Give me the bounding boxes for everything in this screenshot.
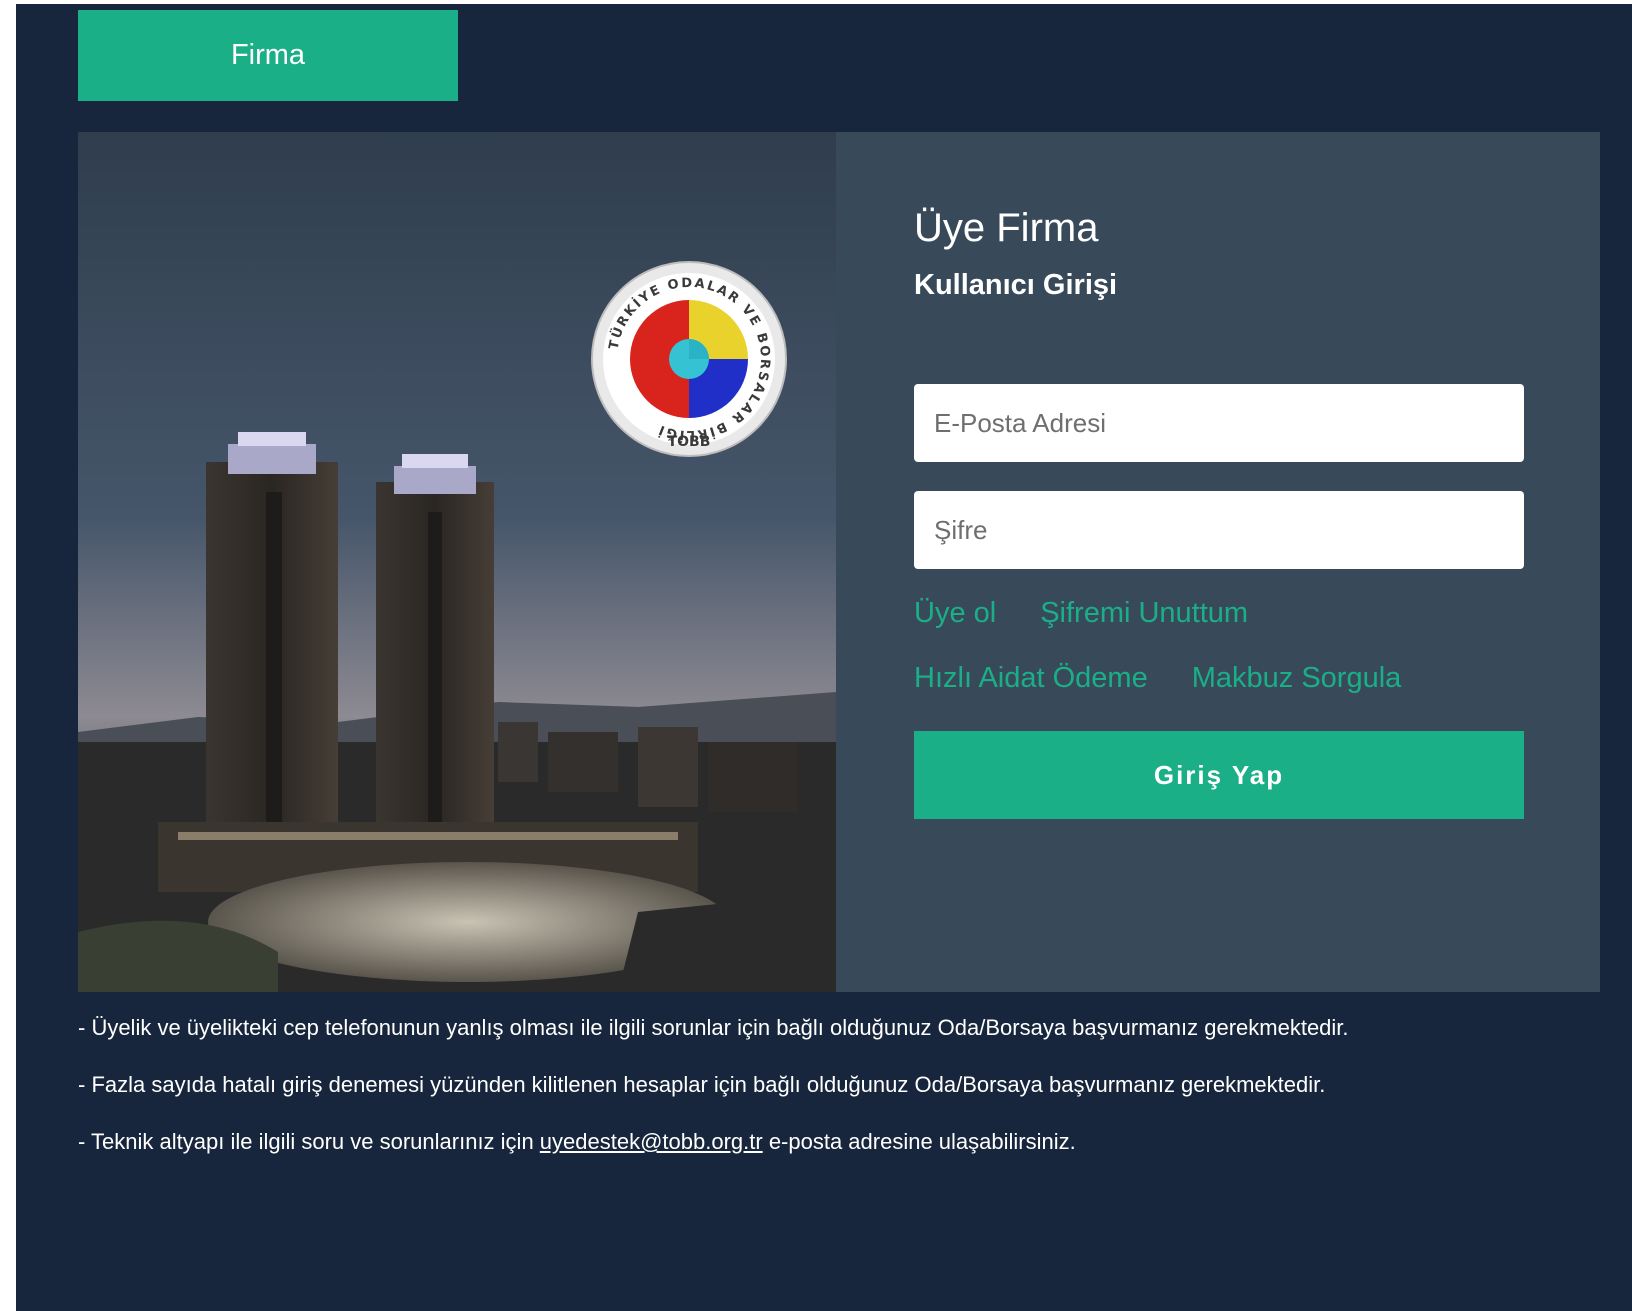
register-link[interactable]: Üye ol bbox=[914, 597, 996, 629]
payment-links: Hızlı Aidat Ödeme Makbuz Sorgula bbox=[914, 662, 1401, 695]
login-card: TÜRKİYE ODALAR VE BORSALAR BİRLİĞİ TOBB … bbox=[78, 132, 1600, 992]
note-line-3-suffix: e-posta adresine ulaşabilirsiniz. bbox=[762, 1129, 1076, 1154]
note-line-2: - Fazla sayıda hatalı giriş denemesi yüz… bbox=[78, 1072, 1326, 1097]
forgot-password-link[interactable]: Şifremi Unuttum bbox=[1040, 597, 1248, 629]
email-input[interactable] bbox=[914, 384, 1524, 462]
account-links: Üye ol Şifremi Unuttum bbox=[914, 597, 1248, 630]
note-line-3-prefix: - Teknik altyapı ile ilgili soru ve soru… bbox=[78, 1129, 540, 1154]
note-line-3: - Teknik altyapı ile ilgili soru ve soru… bbox=[78, 1127, 1349, 1184]
tab-firma-label: Firma bbox=[230, 39, 306, 71]
tab-firma[interactable]: Firma bbox=[78, 10, 458, 101]
support-email-link[interactable]: uyedestek@tobb.org.tr bbox=[540, 1129, 763, 1154]
info-notes: - Üyelik ve üyelikteki cep telefonunun y… bbox=[78, 1013, 1349, 1184]
tobb-logo-icon: TÜRKİYE ODALAR VE BORSALAR BİRLİĞİ TOBB bbox=[590, 260, 788, 458]
note-line-1: - Üyelik ve üyelikteki cep telefonunun y… bbox=[78, 1015, 1349, 1040]
fast-payment-link[interactable]: Hızlı Aidat Ödeme bbox=[914, 662, 1148, 694]
password-input[interactable] bbox=[914, 491, 1524, 569]
login-button[interactable]: Giriş Yap bbox=[914, 731, 1524, 819]
receipt-query-link[interactable]: Makbuz Sorgula bbox=[1192, 662, 1402, 694]
form-subtitle: Kullanıcı Girişi bbox=[914, 269, 1118, 301]
building-photo: TÜRKİYE ODALAR VE BORSALAR BİRLİĞİ TOBB bbox=[78, 132, 836, 992]
tobb-logo-short-text: TOBB bbox=[668, 434, 711, 450]
form-title: Üye Firma bbox=[914, 206, 1099, 250]
